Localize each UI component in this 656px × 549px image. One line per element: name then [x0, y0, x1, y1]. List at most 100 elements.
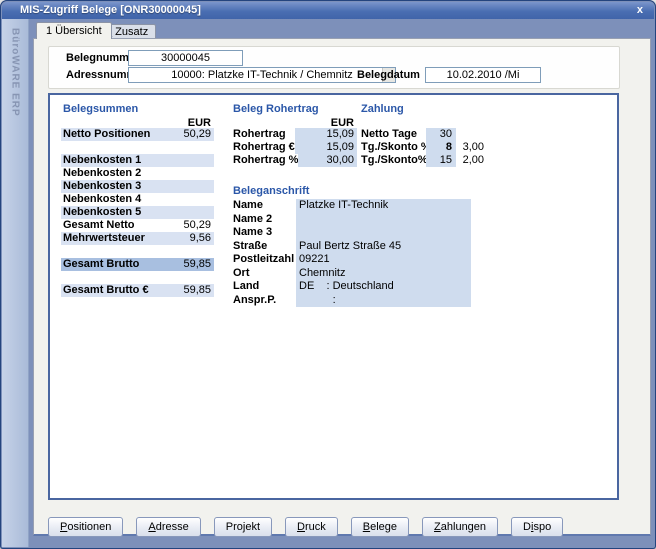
- summary-label: Nebenkosten 4: [61, 193, 166, 206]
- summary-row: Gesamt Brutto €59,85: [61, 284, 214, 297]
- row-spacer: [61, 271, 214, 284]
- anschrift-row: Name 3: [233, 226, 471, 240]
- summary-value: 50,29: [166, 128, 214, 141]
- summary-row: Nebenkosten 1: [61, 154, 214, 167]
- summary-value: 50,29: [166, 219, 214, 232]
- summary-value: [166, 167, 214, 180]
- brand-sidebar: BüroWARE ERP: [2, 19, 29, 547]
- summary-value: 59,85: [166, 258, 214, 271]
- anschrift-row: OrtChemnitz: [233, 267, 471, 281]
- beleganschrift-title: Beleganschrift: [233, 185, 309, 197]
- druck-button[interactable]: Druck: [285, 517, 338, 537]
- summary-label: Gesamt Brutto: [61, 258, 166, 271]
- tab-uebersicht[interactable]: 1 Übersicht: [36, 22, 112, 39]
- zahlung-label: Tg./Skonto%: [361, 154, 426, 167]
- summary-value: 59,85: [166, 284, 214, 297]
- brand-label: BüroWARE ERP: [10, 19, 21, 547]
- summary-label: Nebenkosten 1: [61, 154, 166, 167]
- dispo-button[interactable]: Dispo: [511, 517, 563, 537]
- anschrift-value: Paul Bertz Straße 45: [296, 240, 471, 254]
- belegsummen-rows: Netto Positionen50,29Nebenkosten 1Nebenk…: [61, 128, 214, 297]
- summary-row: Netto Positionen50,29: [61, 128, 214, 141]
- belegdatum-input[interactable]: [425, 67, 541, 83]
- zahlung-days-value: 15: [426, 154, 456, 167]
- anschrift-value: [296, 226, 471, 240]
- anschrift-label: Name: [233, 199, 296, 213]
- anschrift-label: Name 3: [233, 226, 296, 240]
- tab-zusatz-label: Zusatz: [112, 26, 148, 38]
- zahlung-percent-value: 2,00: [456, 154, 484, 167]
- overview-panel: Belegsummen EUR Netto Positionen50,29Neb…: [48, 93, 619, 500]
- anschrift-value: Platzke IT-Technik: [296, 199, 471, 213]
- zahlung-days-value: 30: [426, 128, 456, 141]
- anschrift-label: Ort: [233, 267, 296, 281]
- summary-row: Gesamt Brutto59,85: [61, 258, 214, 271]
- zahlung-percent-value: 3,00: [456, 141, 484, 154]
- anschrift-value: [296, 213, 471, 227]
- summary-label: Nebenkosten 2: [61, 167, 166, 180]
- anschrift-row: LandDE : Deutschland: [233, 280, 471, 294]
- belege-button[interactable]: Belege: [351, 517, 409, 537]
- positionen-button[interactable]: Positionen: [48, 517, 123, 537]
- anschrift-label: Postleitzahl: [233, 253, 296, 267]
- summary-label: Gesamt Brutto €: [61, 284, 166, 297]
- summary-value: 9,56: [166, 232, 214, 245]
- app-window: MIS-Zugriff Belege [ONR30000045] x BüroW…: [0, 0, 656, 549]
- anschrift-label: Land: [233, 280, 296, 294]
- projekt-button[interactable]: Projekt: [214, 517, 272, 537]
- row-spacer: [61, 245, 214, 258]
- document-header-box: Belegnummer Adressnummer Belegdatum: [48, 46, 620, 89]
- summary-row: Nebenkosten 4: [61, 193, 214, 206]
- anschrift-row: NamePlatzke IT-Technik: [233, 199, 471, 213]
- summary-value: [166, 206, 214, 219]
- tab-uebersicht-label: 1 Übersicht: [46, 25, 102, 37]
- summary-value: [166, 154, 214, 167]
- rohertrag-rows: Rohertrag15,09Rohertrag €15,09Rohertrag …: [233, 128, 357, 167]
- anschrift-row: Anspr.P. :: [233, 294, 471, 308]
- summary-value: [166, 180, 214, 193]
- anschrift-value: 09221: [296, 253, 471, 267]
- zahlung-label: Tg./Skonto %: [361, 141, 426, 154]
- zahlung-rows: Netto Tage30Tg./Skonto %83,00Tg./Skonto%…: [361, 128, 484, 167]
- rohertrag-row: Rohertrag15,09: [233, 128, 357, 141]
- rohertrag-title: Beleg Rohertrag: [233, 103, 319, 115]
- zahlung-label: Netto Tage: [361, 128, 426, 141]
- anschrift-value: :: [296, 294, 471, 308]
- summary-label: Nebenkosten 3: [61, 180, 166, 193]
- rohertrag-value: 30,00: [298, 154, 357, 167]
- rohertrag-value: 15,09: [295, 128, 357, 141]
- action-button-row: Positionen Adresse Projekt Druck Belege Zahlu…: [48, 517, 563, 537]
- title-bar: MIS-Zugriff Belege [ONR30000045] x: [2, 2, 654, 19]
- close-icon[interactable]: x: [637, 2, 643, 18]
- summary-row: Gesamt Netto50,29: [61, 219, 214, 232]
- zahlung-days-value: 8: [426, 141, 456, 154]
- belegnummer-input[interactable]: [128, 50, 243, 66]
- zahlung-row: Tg./Skonto %83,00: [361, 141, 484, 154]
- adresse-button[interactable]: Adresse: [136, 517, 200, 537]
- anschrift-label: Straße: [233, 240, 296, 254]
- summary-row: Mehrwertsteuer9,56: [61, 232, 214, 245]
- zahlungen-button[interactable]: Zahlungen: [422, 517, 498, 537]
- summary-label: Nebenkosten 5: [61, 206, 166, 219]
- rohertrag-label: Rohertrag €: [233, 141, 295, 154]
- row-spacer: [61, 141, 214, 154]
- summary-row: Nebenkosten 3: [61, 180, 214, 193]
- zahlung-title: Zahlung: [361, 103, 404, 115]
- zahlung-row: Netto Tage30: [361, 128, 484, 141]
- rohertrag-label: Rohertrag: [233, 128, 295, 141]
- summary-label: Gesamt Netto: [61, 219, 166, 232]
- window-title: MIS-Zugriff Belege [ONR30000045]: [20, 2, 201, 19]
- summary-row: Nebenkosten 5: [61, 206, 214, 219]
- beleganschrift-rows: NamePlatzke IT-TechnikName 2Name 3Straße…: [233, 199, 471, 307]
- anschrift-label: Anspr.P.: [233, 294, 296, 308]
- rohertrag-value: 15,09: [295, 141, 357, 154]
- rohertrag-label: Rohertrag %: [233, 154, 298, 167]
- zahlung-row: Tg./Skonto%152,00: [361, 154, 484, 167]
- anschrift-value: Chemnitz: [296, 267, 471, 281]
- anschrift-value: DE : Deutschland: [296, 280, 471, 294]
- summary-label: Netto Positionen: [61, 128, 166, 141]
- anschrift-row: Postleitzahl09221: [233, 253, 471, 267]
- zahlung-percent-value: [456, 128, 484, 141]
- belegdatum-label: Belegdatum: [357, 69, 420, 81]
- adressnummer-input[interactable]: [128, 67, 396, 83]
